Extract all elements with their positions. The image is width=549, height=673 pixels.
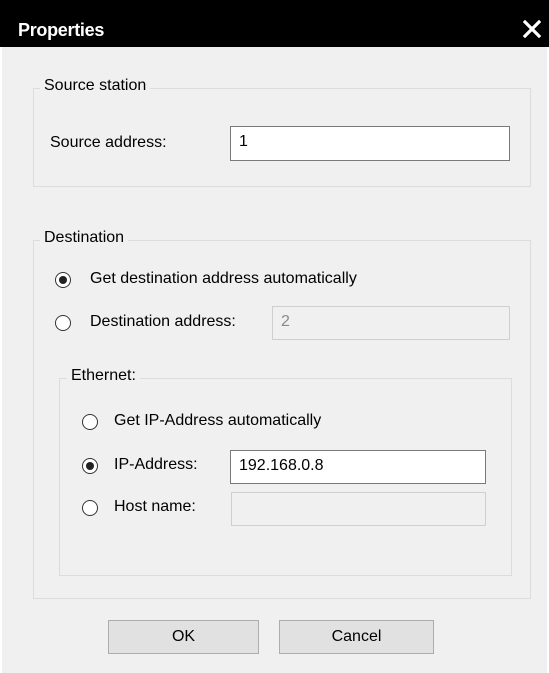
ip-address-input[interactable]: 192.168.0.8 bbox=[230, 450, 486, 484]
destination-address-input: 2 bbox=[272, 306, 510, 340]
cancel-button[interactable]: Cancel bbox=[279, 620, 434, 654]
host-name-label[interactable]: Host name: bbox=[114, 498, 196, 516]
source-address-label: Source address: bbox=[50, 134, 167, 151]
auto-destination-label[interactable]: Get destination address automatically bbox=[90, 270, 357, 288]
source-station-legend: Source station bbox=[40, 77, 151, 95]
host-name-radio[interactable] bbox=[82, 500, 98, 516]
ip-auto-label[interactable]: Get IP-Address automatically bbox=[114, 412, 321, 430]
dialog-body: Source station Source address: 1 Destina… bbox=[2, 47, 547, 673]
close-button[interactable] bbox=[515, 12, 549, 46]
destination-address-label[interactable]: Destination address: bbox=[90, 313, 236, 331]
auto-destination-radio[interactable] bbox=[55, 272, 71, 288]
title-bar: Properties bbox=[0, 0, 549, 47]
ip-address-radio[interactable] bbox=[82, 458, 98, 474]
destination-address-radio[interactable] bbox=[55, 315, 71, 331]
destination-legend: Destination bbox=[40, 229, 129, 247]
ip-auto-radio[interactable] bbox=[82, 414, 98, 430]
ip-address-label[interactable]: IP-Address: bbox=[114, 456, 198, 474]
source-address-input[interactable]: 1 bbox=[230, 126, 510, 161]
window-title: Properties bbox=[18, 20, 105, 40]
ok-button[interactable]: OK bbox=[108, 620, 259, 654]
host-name-input bbox=[231, 492, 486, 526]
close-icon bbox=[523, 20, 541, 38]
ethernet-legend: Ethernet: bbox=[67, 367, 140, 385]
